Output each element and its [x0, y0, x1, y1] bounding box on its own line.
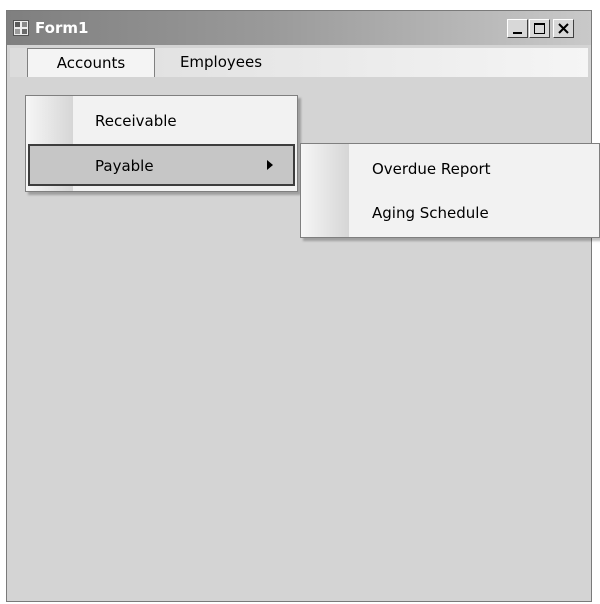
menu-item-receivable-label: Receivable: [95, 112, 177, 130]
menu-item-payable-label: Payable: [95, 157, 154, 175]
window-title: Form1: [35, 19, 89, 37]
menu-item-receivable[interactable]: Receivable: [28, 99, 295, 143]
menu-item-overdue-report[interactable]: Overdue Report: [303, 147, 597, 191]
menu-accounts-label: Accounts: [56, 54, 126, 72]
close-icon: [558, 23, 569, 34]
close-button[interactable]: [553, 19, 574, 38]
title-bar[interactable]: Form1: [7, 11, 591, 45]
menu-employees-label: Employees: [179, 53, 263, 71]
menu-item-overdue-report-label: Overdue Report: [372, 160, 491, 178]
accounts-dropdown-menu: Receivable Payable: [25, 95, 298, 192]
minimize-icon: [513, 32, 522, 34]
maximize-icon: [534, 23, 545, 34]
app-icon[interactable]: [13, 20, 29, 36]
menu-item-aging-schedule-label: Aging Schedule: [372, 204, 489, 222]
minimize-button[interactable]: [507, 19, 528, 38]
payable-submenu: Overdue Report Aging Schedule: [300, 143, 600, 238]
submenu-arrow-icon: [267, 160, 273, 170]
menu-employees[interactable]: Employees: [161, 48, 281, 77]
maximize-button[interactable]: [529, 19, 550, 38]
menu-item-payable[interactable]: Payable: [28, 144, 295, 186]
menu-bar: Accounts Employees: [10, 48, 588, 77]
menu-accounts[interactable]: Accounts: [27, 48, 155, 77]
menu-item-aging-schedule[interactable]: Aging Schedule: [303, 191, 597, 235]
